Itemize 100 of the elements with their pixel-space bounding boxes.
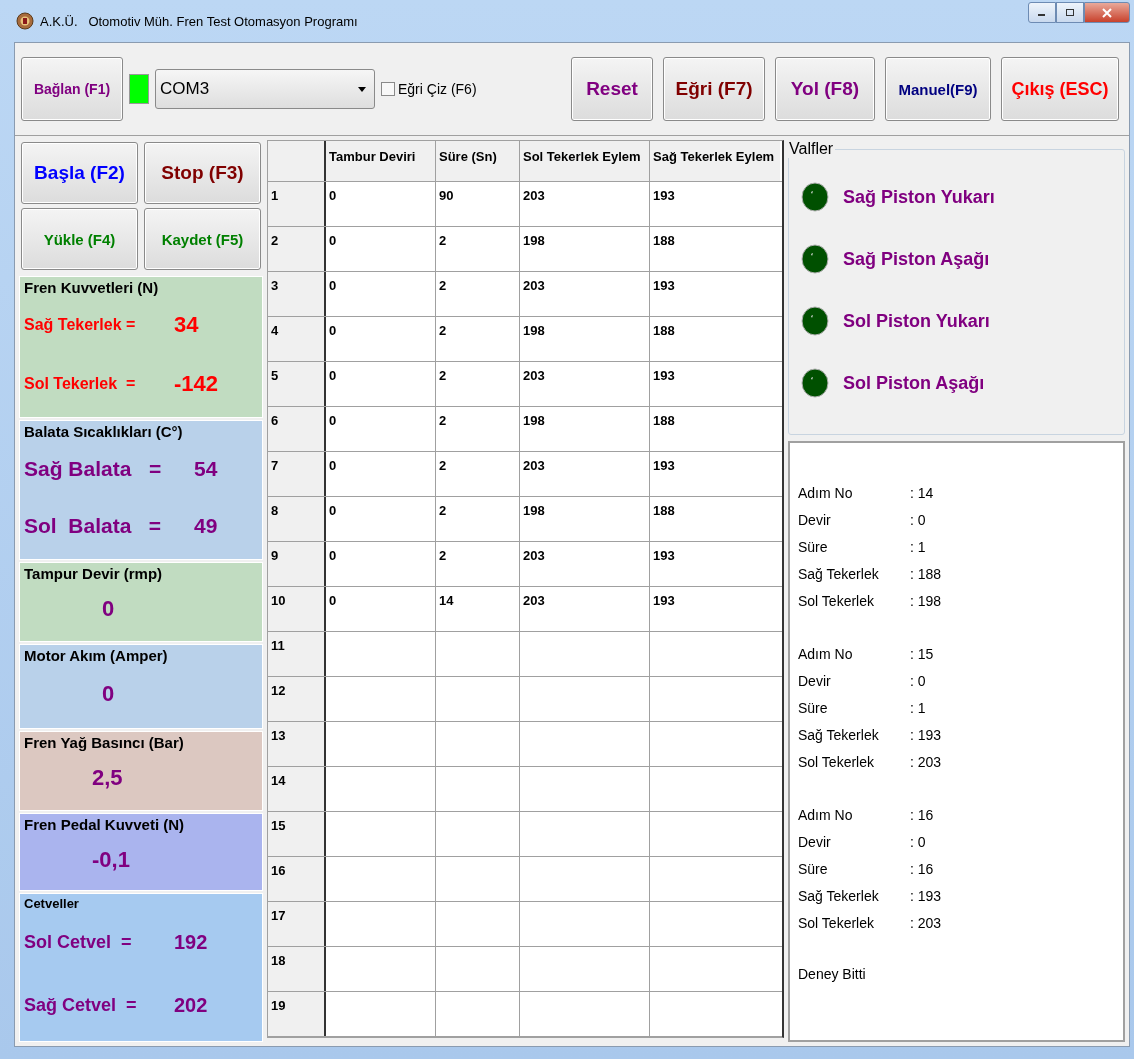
table-cell-text: 0	[329, 233, 337, 250]
corner-header	[268, 141, 326, 181]
control-button[interactable]: Kaydet (F5)	[144, 208, 261, 270]
row-header[interactable]: 19	[268, 992, 326, 1036]
readout-label: Sol Balata =	[24, 513, 163, 538]
table-cell-text: 0	[329, 593, 337, 610]
log-value: : 0	[910, 672, 926, 689]
log-value: : 1	[910, 699, 926, 716]
readout-value: 0	[102, 596, 115, 623]
readout-label: Sol Tekerlek =	[24, 374, 137, 393]
dropdown-icon	[358, 86, 366, 92]
control-button[interactable]: Yükle (F4)	[21, 208, 138, 270]
table-cell-text: 193	[653, 188, 675, 205]
table-cell-text: 2	[439, 368, 447, 385]
maximize-button[interactable]	[1056, 2, 1084, 23]
toolbar-button[interactable]: Eğri (F7)	[663, 57, 765, 121]
valve-label: Sol Piston Yukarı	[843, 310, 990, 332]
readout-label: Sağ Tekerlek =	[24, 316, 137, 335]
close-button[interactable]	[1084, 2, 1130, 23]
column-header[interactable]: Sağ Tekerlek Eylem	[650, 141, 780, 181]
row-header[interactable]: 16	[268, 857, 326, 901]
panel-title: Fren Yağ Basıncı (Bar)	[24, 733, 184, 751]
maximize-icon	[1065, 8, 1075, 17]
readout-value: 54	[194, 456, 218, 481]
table-cell-text: 0	[329, 548, 337, 565]
table-cell-text: 193	[653, 368, 675, 385]
row-header[interactable]: 7	[268, 452, 326, 496]
table-cell-text: 203	[523, 368, 545, 385]
row-header[interactable]: 8	[268, 497, 326, 541]
table-cell-text: 2	[439, 323, 447, 340]
table-cell-text: 188	[653, 323, 675, 340]
table-cell-text: 203	[523, 593, 545, 610]
log-value: : 203	[910, 914, 942, 931]
table-cell-text: 188	[653, 503, 675, 520]
readout-value: 49	[194, 513, 218, 538]
row-header[interactable]: 11	[268, 632, 326, 676]
table-cell-text: 90	[439, 188, 454, 205]
readout-value: 0	[102, 680, 115, 707]
table-cell-text: 0	[329, 503, 337, 520]
column-header[interactable]: Sol Tekerlek Eylem	[520, 141, 650, 181]
log-value: : 0	[910, 833, 926, 850]
log-label: Süre	[798, 538, 829, 555]
log-label: Sol Tekerlek	[798, 914, 875, 931]
panel-title: Balata Sıcaklıkları (C°)	[24, 423, 183, 441]
table-cell-text: 0	[329, 413, 337, 430]
column-header[interactable]: Tambur Deviri	[326, 141, 436, 181]
row-header[interactable]: 15	[268, 812, 326, 856]
table-cell-text: 193	[653, 548, 675, 565]
log-value: : 1	[910, 538, 926, 555]
port-select[interactable]: COM3	[155, 69, 375, 109]
log-label: Sağ Tekerlek	[798, 726, 880, 743]
log-label: Sol Tekerlek	[798, 592, 875, 609]
panel-title: Fren Pedal Kuvveti (N)	[24, 815, 185, 833]
log-value: : 188	[910, 565, 942, 582]
panel-title: Fren Kuvvetleri (N)	[24, 279, 159, 296]
checkbox-label: Eğri Çiz (F6)	[398, 81, 477, 97]
row-header[interactable]: 18	[268, 947, 326, 991]
control-button[interactable]: Başla (F2)	[21, 142, 138, 204]
log-label: Adım No	[798, 806, 854, 823]
control-button[interactable]: Stop (F3)	[144, 142, 261, 204]
table-cell-text: 203	[523, 458, 545, 475]
readout-label: Sağ Balata =	[24, 456, 163, 481]
curve-checkbox[interactable]	[381, 82, 395, 96]
toolbar-button[interactable]: Manuel(F9)	[885, 57, 991, 121]
readout-label: Sol Cetvel =	[24, 932, 133, 954]
row-header[interactable]: 3	[268, 272, 326, 316]
row-header[interactable]: 12	[268, 677, 326, 721]
log-label: Süre	[798, 860, 829, 877]
readout-value: 202	[174, 994, 208, 1018]
table-cell-text: 188	[653, 413, 675, 430]
close-icon	[1101, 7, 1113, 18]
readout-label: Sağ Cetvel =	[24, 995, 138, 1017]
row-header[interactable]: 1	[268, 182, 326, 226]
row-header[interactable]: 10	[268, 587, 326, 631]
row-header[interactable]: 13	[268, 722, 326, 766]
readout-value: -142	[174, 370, 219, 397]
row-header[interactable]: 5	[268, 362, 326, 406]
row-header[interactable]: 14	[268, 767, 326, 811]
valve-label: Sağ Piston Yukarı	[843, 186, 995, 208]
row-header[interactable]: 17	[268, 902, 326, 946]
toolbar-button[interactable]: Yol (F8)	[775, 57, 875, 121]
log-label: Adım No	[798, 484, 854, 501]
row-header[interactable]: 6	[268, 407, 326, 451]
row-header[interactable]: 4	[268, 317, 326, 361]
table-cell-text: 198	[523, 503, 545, 520]
row-header[interactable]: 2	[268, 227, 326, 271]
panel-title: Tampur Devir (rmp)	[24, 564, 163, 582]
log-label: Sol Tekerlek	[798, 753, 875, 770]
readout-value: -0,1	[92, 846, 130, 873]
toolbar-button[interactable]: Reset	[571, 57, 653, 121]
emblem-icon	[16, 12, 34, 30]
table-cell-text: 188	[653, 233, 675, 250]
log-label: Devir	[798, 672, 832, 689]
minimize-button[interactable]	[1028, 2, 1056, 23]
readout-value: 34	[174, 312, 199, 339]
connect-button[interactable]: Bağlan (F1)	[21, 57, 123, 121]
table-cell-text: 2	[439, 413, 447, 430]
table-cell-text: 203	[523, 188, 545, 205]
row-header[interactable]: 9	[268, 542, 326, 586]
column-header[interactable]: Süre (Sn)	[436, 141, 520, 181]
